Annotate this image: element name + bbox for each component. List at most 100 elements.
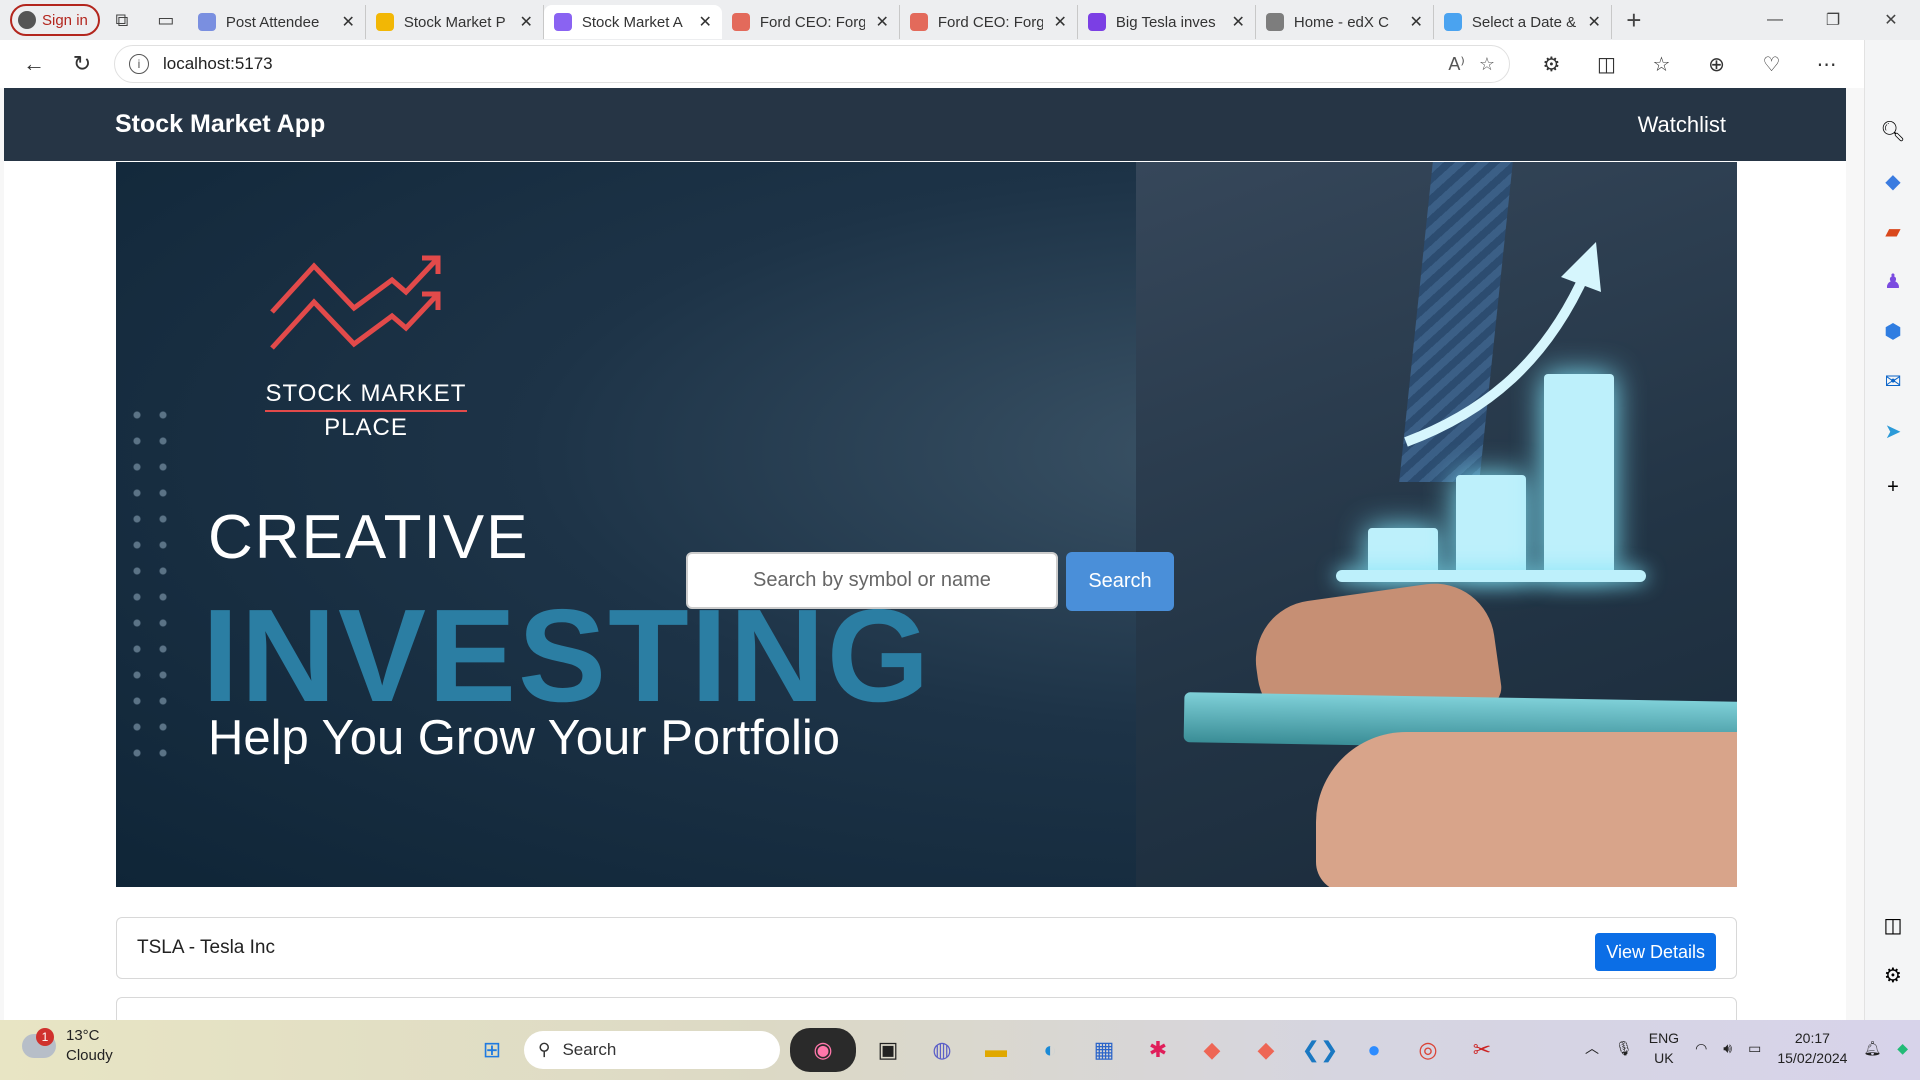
weather-widget[interactable]: 1 13°C Cloudy bbox=[22, 1026, 113, 1066]
glow-bar-small bbox=[1368, 528, 1438, 576]
browser-tab[interactable]: Ford CEO: Forg ✕ bbox=[900, 5, 1078, 39]
browser-tab[interactable]: Stock Market A ✕ bbox=[543, 5, 722, 39]
taskbar-search-label: Search bbox=[562, 1040, 617, 1059]
add-sidebar-app-icon[interactable]: + bbox=[1865, 462, 1920, 512]
tab-title: Post Attendee bbox=[225, 13, 320, 31]
tab-favicon-icon bbox=[553, 13, 572, 31]
search-button[interactable]: Search bbox=[1066, 552, 1174, 611]
close-tab-icon[interactable]: ✕ bbox=[1409, 12, 1422, 32]
favorites-icon[interactable]: ☆ bbox=[1634, 40, 1689, 88]
workspaces-icon[interactable]: ⧉ bbox=[100, 0, 144, 40]
extensions-icon[interactable]: ⚙ bbox=[1524, 40, 1579, 88]
restore-icon[interactable]: ❐ bbox=[1804, 0, 1862, 40]
address-bar: ← ↻ i localhost:5173 A⁾ ☆ ⚙ ◫ ☆ ⊕ ♡ ⋯ ◆ bbox=[0, 40, 1920, 88]
sidebar-settings-icon[interactable]: ⚙ bbox=[1865, 950, 1920, 1000]
weather-temp: 13°C bbox=[66, 1027, 100, 1044]
refresh-icon[interactable]: ↻ bbox=[58, 40, 106, 88]
search-icon: ⚲ bbox=[538, 1040, 551, 1059]
file-explorer-icon[interactable]: ▬ bbox=[974, 1028, 1018, 1072]
zoom-icon[interactable]: ● bbox=[1352, 1028, 1396, 1072]
tab-favicon-icon bbox=[1265, 13, 1284, 31]
split-screen-icon[interactable]: ◫ bbox=[1579, 40, 1634, 88]
app-diamond-2-icon[interactable]: ◆ bbox=[1244, 1028, 1288, 1072]
close-tab-icon[interactable]: ✕ bbox=[1587, 12, 1600, 32]
close-tab-icon[interactable]: ✕ bbox=[519, 12, 532, 32]
profile-sign-in-button[interactable]: Sign in bbox=[10, 4, 100, 36]
hero-tagline: Help You Grow Your Portfolio bbox=[208, 711, 840, 765]
site-info-icon[interactable]: i bbox=[129, 54, 149, 74]
close-tab-icon[interactable]: ✕ bbox=[875, 12, 888, 32]
browser-tab[interactable]: Post Attendee ✕ bbox=[188, 5, 366, 39]
lang-bottom: UK bbox=[1654, 1050, 1674, 1066]
tools-icon[interactable]: ▰ bbox=[1865, 206, 1920, 256]
microphone-icon[interactable]: 🎙︎ bbox=[1615, 1040, 1633, 1057]
vscode-icon[interactable]: ❮❯ bbox=[1298, 1028, 1342, 1072]
collections-icon[interactable]: ⊕ bbox=[1689, 40, 1744, 88]
new-tab-button[interactable]: + bbox=[1612, 5, 1656, 36]
glow-bar-medium bbox=[1456, 475, 1526, 575]
lang-top: ENG bbox=[1648, 1030, 1680, 1046]
app-header: Stock Market App Watchlist bbox=[4, 88, 1846, 161]
search-input[interactable] bbox=[686, 552, 1058, 609]
stock-chart-logo-icon bbox=[270, 255, 441, 350]
tab-title: Home - edX C bbox=[1293, 13, 1389, 31]
close-window-icon[interactable]: ✕ bbox=[1862, 0, 1920, 40]
tab-title: Select a Date & bbox=[1471, 13, 1577, 31]
more-options-icon[interactable]: ⋯ bbox=[1799, 40, 1854, 88]
close-tab-icon[interactable]: ✕ bbox=[1053, 12, 1066, 32]
favorite-star-icon[interactable]: ☆ bbox=[1479, 54, 1495, 75]
shopping-icon[interactable]: ◆ bbox=[1865, 156, 1920, 206]
wifi-icon[interactable]: ◠ bbox=[1695, 1040, 1707, 1057]
glow-chart-base bbox=[1336, 570, 1646, 582]
battery-icon[interactable]: ▭ bbox=[1748, 1040, 1761, 1057]
window-controls: — ❐ ✕ bbox=[1746, 0, 1920, 40]
logo-wordmark: STOCK MARKET PLACE bbox=[261, 380, 471, 442]
tab-actions-icon[interactable]: ▭ bbox=[144, 0, 188, 40]
copilot-app-icon[interactable]: ◉ bbox=[790, 1028, 856, 1072]
outlook-icon[interactable]: ✉ bbox=[1865, 356, 1920, 406]
microsoft-365-icon[interactable]: ⬢ bbox=[1865, 306, 1920, 356]
url-field[interactable]: i localhost:5173 A⁾ ☆ bbox=[114, 45, 1510, 83]
hero-banner: STOCK MARKET PLACE CREATIVE INVESTING He… bbox=[116, 162, 1737, 887]
minimize-icon[interactable]: — bbox=[1746, 0, 1804, 40]
notifications-bell-icon[interactable]: 🔔︎ bbox=[1863, 1040, 1881, 1057]
browser-tab[interactable]: Stock Market P ✕ bbox=[366, 5, 544, 39]
nav-watchlist-link[interactable]: Watchlist bbox=[1638, 112, 1726, 138]
drop-icon[interactable]: ➤ bbox=[1865, 406, 1920, 456]
read-aloud-icon[interactable]: A⁾ bbox=[1448, 54, 1464, 75]
windows-taskbar: 1 13°C Cloudy ⊞ ⚲ Search ◉ ▣ ◍ ▬ ◐ ▦ ✱ ◆… bbox=[0, 1020, 1920, 1080]
browser-tab[interactable]: Home - edX C ✕ bbox=[1256, 5, 1434, 39]
games-icon[interactable]: ♟ bbox=[1865, 256, 1920, 306]
search-icon[interactable]: 🔍︎ bbox=[1865, 106, 1920, 156]
copilot-tray-icon[interactable]: ◆ bbox=[1897, 1040, 1908, 1057]
volume-icon[interactable]: 🔊︎ bbox=[1723, 1040, 1732, 1057]
browser-tab[interactable]: Ford CEO: Forg ✕ bbox=[722, 5, 900, 39]
taskbar-search[interactable]: ⚲ Search bbox=[524, 1031, 780, 1069]
back-icon[interactable]: ← bbox=[10, 40, 58, 88]
close-tab-icon[interactable]: ✕ bbox=[1231, 12, 1244, 32]
slack-icon[interactable]: ✱ bbox=[1136, 1028, 1180, 1072]
browser-essentials-icon[interactable]: ♡ bbox=[1744, 40, 1799, 88]
holding-hand-graphic bbox=[1316, 732, 1737, 887]
clock-date: 15/02/2024 bbox=[1777, 1050, 1848, 1066]
brand-title[interactable]: Stock Market App bbox=[115, 110, 325, 139]
edge-icon[interactable]: ◐ bbox=[1028, 1028, 1072, 1072]
browser-tab[interactable]: Big Tesla inves ✕ bbox=[1078, 5, 1256, 39]
close-tab-icon[interactable]: ✕ bbox=[341, 12, 354, 32]
snipping-tool-icon[interactable]: ✂ bbox=[1460, 1028, 1504, 1072]
store-icon[interactable]: ▦ bbox=[1082, 1028, 1126, 1072]
task-view-icon[interactable]: ▣ bbox=[866, 1028, 910, 1072]
chrome-icon[interactable]: ◎ bbox=[1406, 1028, 1450, 1072]
show-hidden-icons-icon[interactable]: ︿ bbox=[1585, 1038, 1599, 1058]
teams-chat-icon[interactable]: ◍ bbox=[920, 1028, 964, 1072]
tab-title: Stock Market P bbox=[403, 13, 506, 31]
clock[interactable]: 20:17 15/02/2024 bbox=[1777, 1028, 1847, 1068]
start-icon[interactable]: ⊞ bbox=[470, 1028, 514, 1072]
app-diamond-icon[interactable]: ◆ bbox=[1190, 1028, 1234, 1072]
hide-sidebar-icon[interactable]: ◫ bbox=[1865, 900, 1920, 950]
language-indicator[interactable]: ENG UK bbox=[1649, 1028, 1679, 1068]
close-tab-icon[interactable]: ✕ bbox=[698, 12, 711, 32]
sign-in-label: Sign in bbox=[42, 11, 88, 29]
view-details-button[interactable]: View Details bbox=[1595, 933, 1716, 971]
browser-tab[interactable]: Select a Date & ✕ bbox=[1434, 5, 1612, 39]
